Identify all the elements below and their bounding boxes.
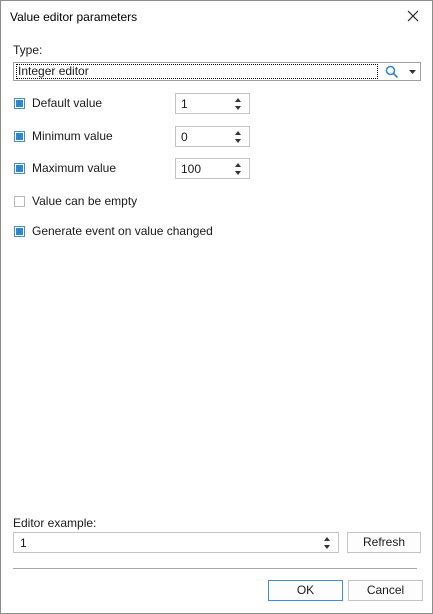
- default-value-label: Default value: [32, 96, 103, 110]
- maximum-value-stepper[interactable]: 100: [175, 158, 250, 179]
- value-can-be-empty-checkbox[interactable]: [14, 196, 25, 207]
- type-label: Type:: [13, 43, 43, 57]
- maximum-value-label: Maximum value: [32, 161, 117, 175]
- close-icon: [407, 10, 419, 22]
- title-bar: Value editor parameters: [1, 1, 432, 33]
- maximum-value-input[interactable]: 100: [181, 162, 201, 176]
- close-button[interactable]: [400, 5, 426, 27]
- editor-example-stepper[interactable]: 1: [13, 532, 339, 553]
- spin-up-icon[interactable]: [324, 537, 330, 541]
- spin-down-icon[interactable]: [235, 139, 241, 143]
- spin-up-icon[interactable]: [235, 163, 241, 167]
- value-editor-parameters-dialog: Value editor parameters Type: Integer ed…: [0, 0, 433, 614]
- type-combo[interactable]: Integer editor: [13, 62, 421, 81]
- chevron-down-icon: [408, 69, 416, 74]
- spin-down-icon[interactable]: [235, 106, 241, 110]
- maximum-value-checkbox[interactable]: [14, 163, 25, 174]
- dialog-title: Value editor parameters: [10, 10, 138, 24]
- cancel-button[interactable]: Cancel: [348, 580, 423, 601]
- minimum-value-stepper[interactable]: 0: [175, 126, 250, 147]
- editor-example-input[interactable]: 1: [20, 536, 27, 550]
- editor-example-label: Editor example:: [13, 516, 97, 530]
- default-value-input[interactable]: 1: [181, 97, 188, 111]
- generate-event-label: Generate event on value changed: [32, 224, 213, 238]
- value-can-be-empty-label: Value can be empty: [32, 194, 138, 208]
- refresh-button[interactable]: Refresh: [347, 532, 421, 553]
- spin-up-icon[interactable]: [235, 98, 241, 102]
- type-value[interactable]: Integer editor: [16, 64, 378, 79]
- search-icon: [385, 65, 399, 78]
- spin-down-icon[interactable]: [235, 171, 241, 175]
- ok-button[interactable]: OK: [268, 580, 343, 601]
- default-value-stepper[interactable]: 1: [175, 93, 250, 114]
- generate-event-checkbox[interactable]: [14, 226, 25, 237]
- minimum-value-label: Minimum value: [32, 129, 113, 143]
- maximum-value-spin-arrows[interactable]: [235, 161, 243, 176]
- minimum-value-spin-arrows[interactable]: [235, 129, 243, 144]
- default-value-checkbox[interactable]: [14, 98, 25, 109]
- minimum-value-checkbox[interactable]: [14, 131, 25, 142]
- editor-example-spin-arrows[interactable]: [324, 535, 332, 550]
- spin-down-icon[interactable]: [324, 545, 330, 549]
- default-value-spin-arrows[interactable]: [235, 96, 243, 111]
- type-search-button[interactable]: [382, 63, 402, 80]
- footer-separator: [13, 568, 417, 569]
- type-dropdown-button[interactable]: [404, 63, 420, 80]
- minimum-value-input[interactable]: 0: [181, 130, 188, 144]
- spin-up-icon[interactable]: [235, 131, 241, 135]
